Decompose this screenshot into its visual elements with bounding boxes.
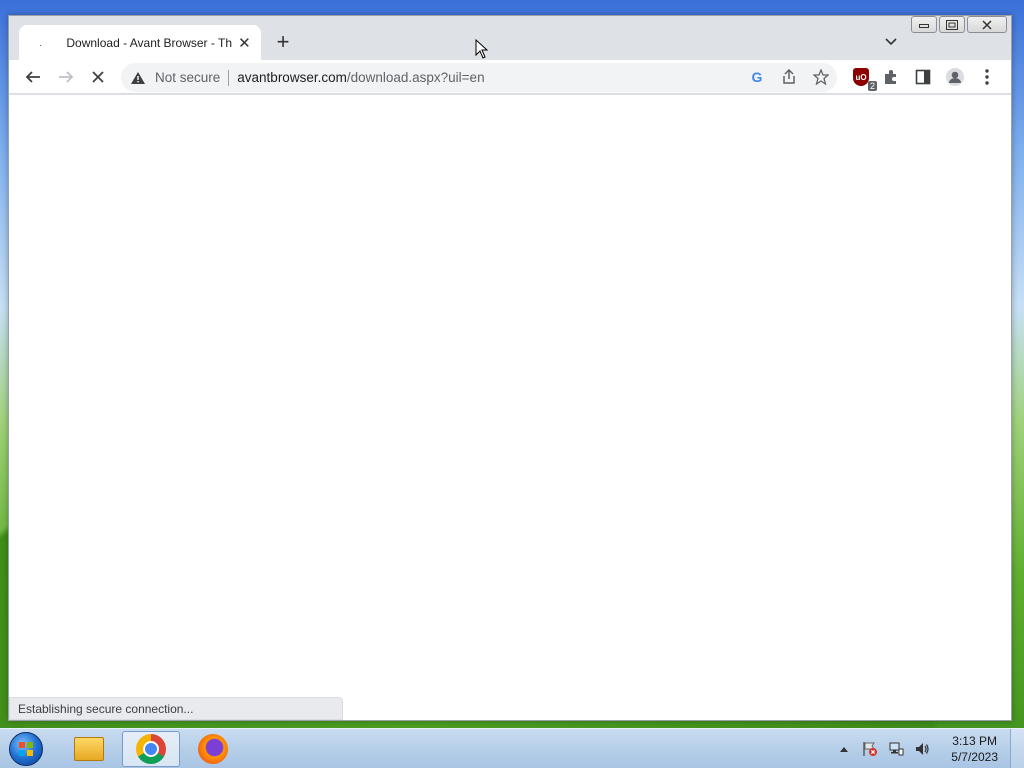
action-center-flag-icon[interactable] (861, 740, 879, 758)
back-button[interactable] (21, 65, 45, 89)
extension-badge-count: 2 (867, 81, 877, 91)
taskbar: 3:13 PM 5/7/2023 (0, 728, 1024, 768)
side-panel-icon (915, 69, 931, 85)
stop-loading-button[interactable] (86, 65, 110, 89)
tab-close-icon[interactable]: ✕ (236, 34, 253, 52)
forward-button[interactable] (54, 65, 78, 89)
taskbar-google-chrome[interactable] (122, 731, 180, 767)
security-status-label[interactable]: Not secure (155, 70, 220, 85)
bookmark-star-icon[interactable] (809, 65, 833, 89)
loading-spinner-icon: · (39, 40, 43, 51)
firefox-icon (198, 734, 228, 764)
profile-button[interactable] (943, 65, 967, 89)
page-content-area[interactable]: Establishing secure connection... (9, 95, 1011, 720)
close-icon (982, 19, 992, 30)
warning-triangle-icon[interactable] (129, 69, 147, 87)
windows-logo-icon (9, 732, 43, 766)
status-bubble: Establishing secure connection... (9, 697, 343, 720)
taskbar-firefox[interactable] (184, 731, 242, 767)
window-controls (911, 16, 1007, 33)
omnibox-divider (228, 69, 230, 86)
taskbar-clock[interactable]: 3:13 PM 5/7/2023 (951, 733, 998, 765)
side-panel-button[interactable] (911, 65, 935, 89)
stop-icon (92, 71, 104, 83)
maximize-button[interactable] (939, 16, 965, 33)
taskbar-file-explorer[interactable] (60, 731, 118, 767)
chrome-icon (136, 734, 166, 764)
chevron-down-icon (885, 38, 897, 46)
back-arrow-icon (25, 71, 40, 83)
tab-title: Download - Avant Browser - The (66, 36, 232, 50)
address-bar[interactable]: Not secure avantbrowser.com/download.asp… (121, 63, 837, 92)
network-icon[interactable] (887, 740, 905, 758)
google-lens-icon[interactable]: G (745, 65, 769, 89)
show-hidden-icons-button[interactable] (835, 740, 853, 758)
extensions-button[interactable] (879, 65, 903, 89)
tab-strip: · Download - Avant Browser - The ✕ + (9, 16, 1011, 61)
folder-icon (74, 737, 104, 761)
puzzle-icon (885, 70, 896, 84)
browser-menu-button[interactable] (975, 65, 999, 89)
forward-arrow-icon (59, 71, 74, 83)
url-host: avantbrowser.com (237, 70, 347, 85)
omnibox-actions: G (745, 65, 833, 89)
mouse-cursor-icon (475, 39, 489, 59)
profile-icon (946, 68, 964, 86)
url-text[interactable]: avantbrowser.com/download.aspx?uil=en (237, 70, 484, 85)
kebab-menu-icon (985, 69, 989, 85)
new-tab-button[interactable]: + (271, 29, 295, 54)
start-button[interactable] (6, 732, 46, 766)
show-desktop-button[interactable] (1010, 729, 1024, 768)
ublock-extension-button[interactable]: uO 2 (849, 65, 877, 91)
volume-icon[interactable] (913, 740, 931, 758)
tab-search-button[interactable] (881, 32, 901, 52)
close-window-button[interactable] (967, 16, 1007, 33)
minimize-button[interactable] (911, 16, 937, 33)
clock-time: 3:13 PM (952, 734, 997, 748)
ublock-shield-icon: uO (853, 68, 869, 86)
clock-date: 5/7/2023 (951, 750, 998, 764)
system-tray: 3:13 PM 5/7/2023 (835, 729, 998, 768)
restore-icon (946, 19, 958, 30)
share-icon[interactable] (777, 65, 801, 89)
minimize-icon (919, 23, 929, 28)
url-path: /download.aspx?uil=en (346, 70, 485, 85)
browser-window: · Download - Avant Browser - The ✕ + Not… (8, 15, 1012, 721)
tab-download-avant[interactable]: · Download - Avant Browser - The ✕ (19, 25, 261, 61)
browser-toolbar: Not secure avantbrowser.com/download.asp… (9, 60, 1011, 94)
